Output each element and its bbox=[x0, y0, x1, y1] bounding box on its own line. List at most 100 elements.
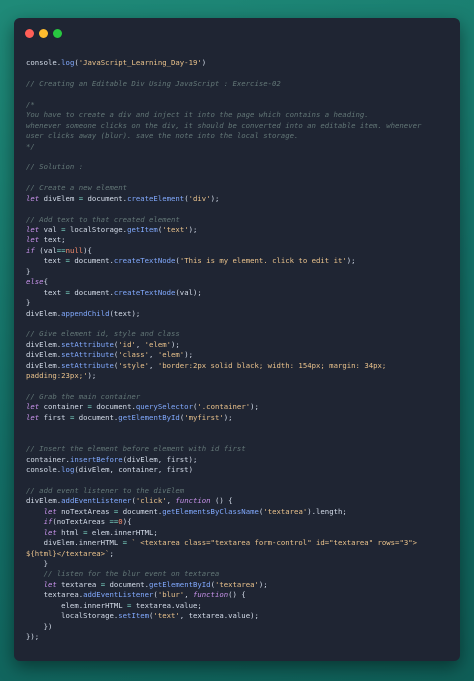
code-token: document. bbox=[91, 402, 136, 412]
code-token: ); bbox=[223, 412, 233, 422]
code-token: user clicks away (blur). save the note i… bbox=[26, 131, 299, 141]
code-token: let bbox=[43, 579, 57, 589]
code-token: log bbox=[61, 58, 75, 67]
code-token: (val bbox=[34, 245, 57, 255]
code-token: addEventListener bbox=[61, 496, 132, 506]
code-line: divElem.appendChild(text); bbox=[26, 309, 454, 319]
code-token: 'JavaScript_Learning_Day-19' bbox=[78, 58, 202, 67]
code-token: 'elem' bbox=[144, 339, 172, 349]
code-token: textarea. bbox=[26, 590, 84, 600]
code-token: // Solution : bbox=[26, 162, 84, 172]
code-token: null bbox=[65, 245, 84, 255]
code-line: let first = document.getElementById('myf… bbox=[26, 413, 454, 423]
code-token: 'This is my element. click to edit it' bbox=[179, 256, 347, 266]
code-token: , bbox=[149, 360, 158, 370]
code-token: localStorage. bbox=[65, 225, 128, 234]
maximize-button[interactable] bbox=[53, 29, 62, 38]
code-line: } bbox=[26, 298, 454, 308]
code-line: divElem.setAttribute('style', 'border:2p… bbox=[26, 361, 454, 371]
code-token: getElementById bbox=[118, 412, 180, 422]
code-token: 'id' bbox=[118, 339, 136, 349]
code-line: let text; bbox=[26, 235, 454, 245]
code-token: ); bbox=[171, 339, 180, 349]
code-token: let bbox=[26, 235, 40, 245]
code-token: document. bbox=[74, 412, 119, 422]
code-token: () { bbox=[228, 590, 246, 600]
code-token: console. bbox=[26, 465, 62, 475]
code-token: , bbox=[149, 350, 158, 360]
code-token: padding:23px;' bbox=[26, 371, 88, 381]
code-token: ){ bbox=[83, 245, 92, 255]
code-token: (divElem, container, first) bbox=[74, 465, 193, 475]
code-token: ); bbox=[188, 225, 198, 234]
code-token: 'textarea' bbox=[214, 579, 259, 589]
code-editor-window: console.log('JavaScript_Learning_Day-19'… bbox=[14, 18, 460, 661]
code-line: whenever someone clicks on the div, it s… bbox=[26, 121, 454, 131]
code-token: 'text' bbox=[162, 225, 189, 234]
code-token: let bbox=[26, 402, 40, 412]
code-token: setAttribute bbox=[61, 350, 114, 360]
code-token: ).length; bbox=[307, 506, 347, 516]
code-token: setAttribute bbox=[61, 339, 114, 349]
code-token: text; bbox=[39, 235, 66, 245]
minimize-button[interactable] bbox=[39, 29, 48, 38]
code-token: , bbox=[184, 590, 193, 600]
code-token: == bbox=[56, 245, 66, 255]
code-token: textarea.value; bbox=[131, 600, 202, 610]
code-token: let bbox=[26, 225, 40, 234]
code-token: // Give element id, style and class bbox=[26, 329, 180, 339]
code-token: ); bbox=[258, 579, 268, 589]
code-line: } bbox=[26, 267, 454, 277]
code-token: ); bbox=[250, 402, 259, 412]
code-token: document. bbox=[69, 256, 114, 266]
code-token: */ bbox=[26, 141, 35, 151]
code-token: function bbox=[192, 590, 229, 600]
code-token: /* bbox=[26, 99, 35, 109]
code-token: ){ bbox=[122, 517, 132, 527]
code-line: text = document.createTextNode('This is … bbox=[26, 256, 454, 266]
code-line: You have to create a div and inject it i… bbox=[26, 110, 454, 120]
code-token: ); bbox=[87, 371, 97, 381]
code-line: let val = localStorage.getItem('text'); bbox=[26, 225, 454, 235]
code-token: else bbox=[26, 277, 44, 287]
code-token: } bbox=[26, 266, 31, 276]
code-token: divElem. bbox=[26, 360, 62, 370]
code-token: getElementsByClassName bbox=[162, 506, 259, 516]
code-token: elem.innerHTML; bbox=[87, 527, 158, 537]
close-button[interactable] bbox=[25, 29, 34, 38]
code-token: createTextNode bbox=[113, 287, 176, 297]
code-token: // add event listener to the divElem bbox=[26, 485, 185, 495]
code-line: // Insert the element before element wit… bbox=[26, 444, 454, 454]
code-token: divElem bbox=[39, 193, 79, 203]
code-line: let html = elem.innerHTML; bbox=[26, 528, 454, 538]
code-token: ${html}</textarea>` bbox=[26, 548, 110, 558]
code-line: let noTextAreas = document.getElementsBy… bbox=[26, 507, 454, 517]
code-token: 'textarea' bbox=[263, 506, 308, 516]
code-token: log bbox=[61, 465, 75, 475]
code-line: /* bbox=[26, 100, 454, 110]
code-block: console.log('JavaScript_Learning_Day-19'… bbox=[26, 58, 454, 643]
code-token: // Creating an Editable Div Using JavaSc… bbox=[26, 78, 281, 88]
code-line: text = document.createTextNode(val); bbox=[26, 288, 454, 298]
code-token: // listen for the blur event on textarea bbox=[43, 569, 220, 579]
code-token: , bbox=[135, 339, 145, 349]
code-token: 'text' bbox=[153, 611, 180, 621]
code-token: document. bbox=[118, 506, 163, 516]
code-token: setItem bbox=[118, 611, 150, 621]
code-line: // Add text to that created element bbox=[26, 215, 454, 225]
window-titlebar bbox=[14, 18, 460, 46]
code-token: text bbox=[26, 256, 66, 266]
code-token: container. bbox=[26, 454, 70, 464]
code-token: let bbox=[26, 412, 40, 422]
code-token: 'div' bbox=[188, 193, 211, 203]
code-token: elem.innerHTML bbox=[26, 600, 128, 610]
code-line: padding:23px;'); bbox=[26, 371, 454, 381]
code-token: function bbox=[175, 496, 211, 506]
